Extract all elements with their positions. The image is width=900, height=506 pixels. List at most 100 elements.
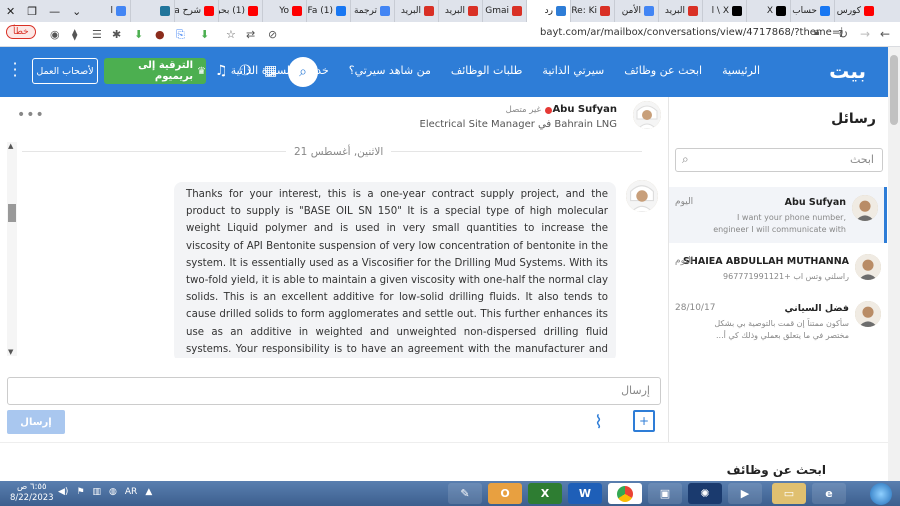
conversation-date: اليوم (675, 256, 694, 266)
bayt-logo[interactable]: بيت (829, 59, 866, 83)
contact-name[interactable]: Abu Sufyan (552, 104, 617, 115)
offline-dot-icon (545, 106, 552, 114)
tab-favicon-icon (116, 6, 126, 16)
browser-tab[interactable]: رد (526, 0, 570, 22)
share-icon[interactable]: ⇄ (246, 28, 255, 41)
tab-search-icon[interactable]: ⌄ (72, 5, 81, 18)
eye-off-icon[interactable]: ⊘ (268, 28, 277, 41)
contact-status: غير متصل (506, 105, 552, 115)
start-button-icon[interactable] (870, 483, 892, 505)
extension-icon-2[interactable]: ● (155, 28, 165, 41)
browser-tab[interactable]: Gmai (482, 0, 526, 22)
puzzle-extensions-icon[interactable]: ✱ (112, 28, 121, 41)
error-pill[interactable]: خطأ (6, 25, 36, 39)
bell-icon[interactable]: ♫ (215, 63, 228, 79)
browser-tab[interactable]: الأمن (614, 0, 658, 22)
conversation-item[interactable]: فضل السياني 28/10/17 سأكون ممتناً إن قمت ب… (669, 293, 887, 349)
chat-bubbles-icon[interactable]: ❍ (239, 63, 252, 79)
extension-icon-1[interactable]: ⧫ (72, 28, 77, 41)
globe-icon[interactable]: ◍ (109, 487, 117, 497)
browser-tab[interactable]: (1) بحر (218, 0, 262, 22)
add-image-icon[interactable]: + (633, 410, 655, 432)
upgrade-premium-button[interactable]: ♛ الترقية إلى بريميوم (104, 58, 206, 84)
reading-list-icon[interactable]: ☰ (92, 28, 102, 41)
nav-item[interactable]: ابحث عن وظائف (624, 64, 702, 77)
reload-icon[interactable]: ↻ (838, 27, 848, 41)
taskbar-app-tools[interactable]: ✎ (448, 483, 482, 504)
taskbar-app-excel[interactable]: X (528, 483, 562, 504)
message-sender-avatar (626, 180, 658, 212)
browser-tab[interactable]: البريد (438, 0, 482, 22)
contact-avatar[interactable] (633, 101, 661, 129)
paperclip-icon[interactable]: ⌇ (594, 412, 603, 433)
flag-icon[interactable]: ⚑ (76, 487, 84, 497)
browser-tab[interactable]: حساب (790, 0, 834, 22)
browser-tab[interactable]: البريد (658, 0, 702, 22)
apps-grid-icon[interactable]: ▦ (264, 63, 277, 79)
taskbar-app-outlook[interactable]: O (488, 483, 522, 504)
taskbar-app-chrome[interactable] (608, 483, 642, 504)
page-scroll-thumb[interactable] (890, 55, 898, 125)
taskbar-app-network[interactable]: ▣ (648, 483, 682, 504)
taskbar-app-media[interactable]: ✺ (688, 483, 722, 504)
bookmark-star-icon[interactable]: ☆ (226, 28, 236, 41)
network-icon[interactable]: ▥ (93, 487, 102, 497)
browser-tab[interactable]: ترجمة (350, 0, 394, 22)
job-search-title: ابحث عن وظائف (726, 463, 826, 477)
scroll-thumb[interactable] (8, 204, 16, 222)
conversation-item[interactable]: Abu Sufyan اليوم I want your phone number,… (669, 187, 887, 243)
tab-favicon-icon (600, 6, 610, 16)
taskbar-app-player[interactable]: ▶ (728, 483, 762, 504)
search-icon[interactable]: ⌕ (288, 57, 318, 87)
forward-icon[interactable]: → (860, 27, 870, 41)
employers-button[interactable]: لأصحاب العمل (32, 58, 98, 84)
tab-favicon-icon (292, 6, 302, 16)
scroll-down-icon[interactable]: ▼ (8, 348, 13, 356)
upgrade-premium-label: الترقية إلى بريميوم (138, 60, 194, 82)
lower-section: ابحث عن وظائف (0, 442, 888, 482)
tray-chevron-icon[interactable]: ▲ (145, 487, 152, 497)
scroll-up-icon[interactable]: ▲ (8, 142, 13, 150)
browser-tab[interactable]: كورس (834, 0, 878, 22)
taskbar-app-ie[interactable]: e (812, 483, 846, 504)
nav-item[interactable]: سيرتي الذاتية (542, 64, 604, 77)
address-bar: خطأ ◉ ⧫ ☰ ✱ ⬇ ● ⎘ ⬇ ☆ ⇄ ⊘ bayt.com/ar/ma… (0, 22, 900, 47)
send-button[interactable]: إرسال (7, 410, 65, 434)
browser-tab[interactable]: شرح a (174, 0, 218, 22)
chat-scrollbar[interactable]: ▲ ▼ (7, 142, 17, 356)
taskbar-app-word[interactable]: W (568, 483, 602, 504)
nav-item[interactable]: الرئيسية (722, 64, 760, 77)
maximize-window-icon[interactable]: ❐ (27, 5, 37, 18)
nav-item[interactable]: طلبات الوظائف (451, 64, 523, 77)
search-placeholder: ابحث (849, 153, 874, 166)
lock-icon[interactable]: 🔒︎ (814, 27, 819, 38)
browser-tab[interactable]: X (746, 0, 790, 22)
browser-tab[interactable]: Yo (262, 0, 306, 22)
more-options-icon[interactable]: ••• (17, 107, 45, 123)
browser-tab[interactable]: X \ ا (702, 0, 746, 22)
page-scrollbar[interactable] (888, 47, 900, 481)
url-text[interactable]: bayt.com/ar/mailbox/conversations/view/4… (540, 27, 843, 38)
browser-tab[interactable]: البريد (394, 0, 438, 22)
back-icon[interactable]: ← (880, 27, 890, 41)
download-extension-icon[interactable]: ⬇ (134, 28, 143, 41)
browser-tab[interactable] (130, 0, 174, 22)
volume-icon[interactable]: ◀) (58, 487, 68, 497)
more-vertical-icon[interactable]: · · · (10, 56, 20, 84)
conversation-search-input[interactable]: ابحث ⌕ (675, 148, 883, 172)
profile-avatar-icon[interactable]: ◉ (50, 28, 60, 41)
close-window-icon[interactable]: ✕ (6, 5, 15, 18)
tab-label: البريد (664, 6, 685, 16)
translate-extension-icon[interactable]: ⎘ (176, 28, 185, 42)
taskbar-app-explorer[interactable]: ▭ (772, 483, 806, 504)
browser-tab[interactable]: (1) Fa (306, 0, 350, 22)
conversation-preview: I want your phone number, engineer I wil… (713, 213, 846, 238)
nav-item[interactable]: من شاهد سيرتي؟ (349, 64, 431, 77)
download-extension-icon-2[interactable]: ⬇ (200, 28, 209, 41)
language-indicator[interactable]: AR (125, 487, 137, 497)
browser-tab-strip: كورس حساب X X \ ا البريد الأمن Re: Ki رد Gmai الب… (0, 0, 900, 22)
browser-tab[interactable]: Re: Ki (570, 0, 614, 22)
message-input[interactable]: إرسال (7, 377, 661, 405)
system-clock[interactable]: ٦:٥٥ ص 8/22/2023 (10, 482, 54, 504)
minimize-window-icon[interactable]: — (49, 5, 60, 18)
